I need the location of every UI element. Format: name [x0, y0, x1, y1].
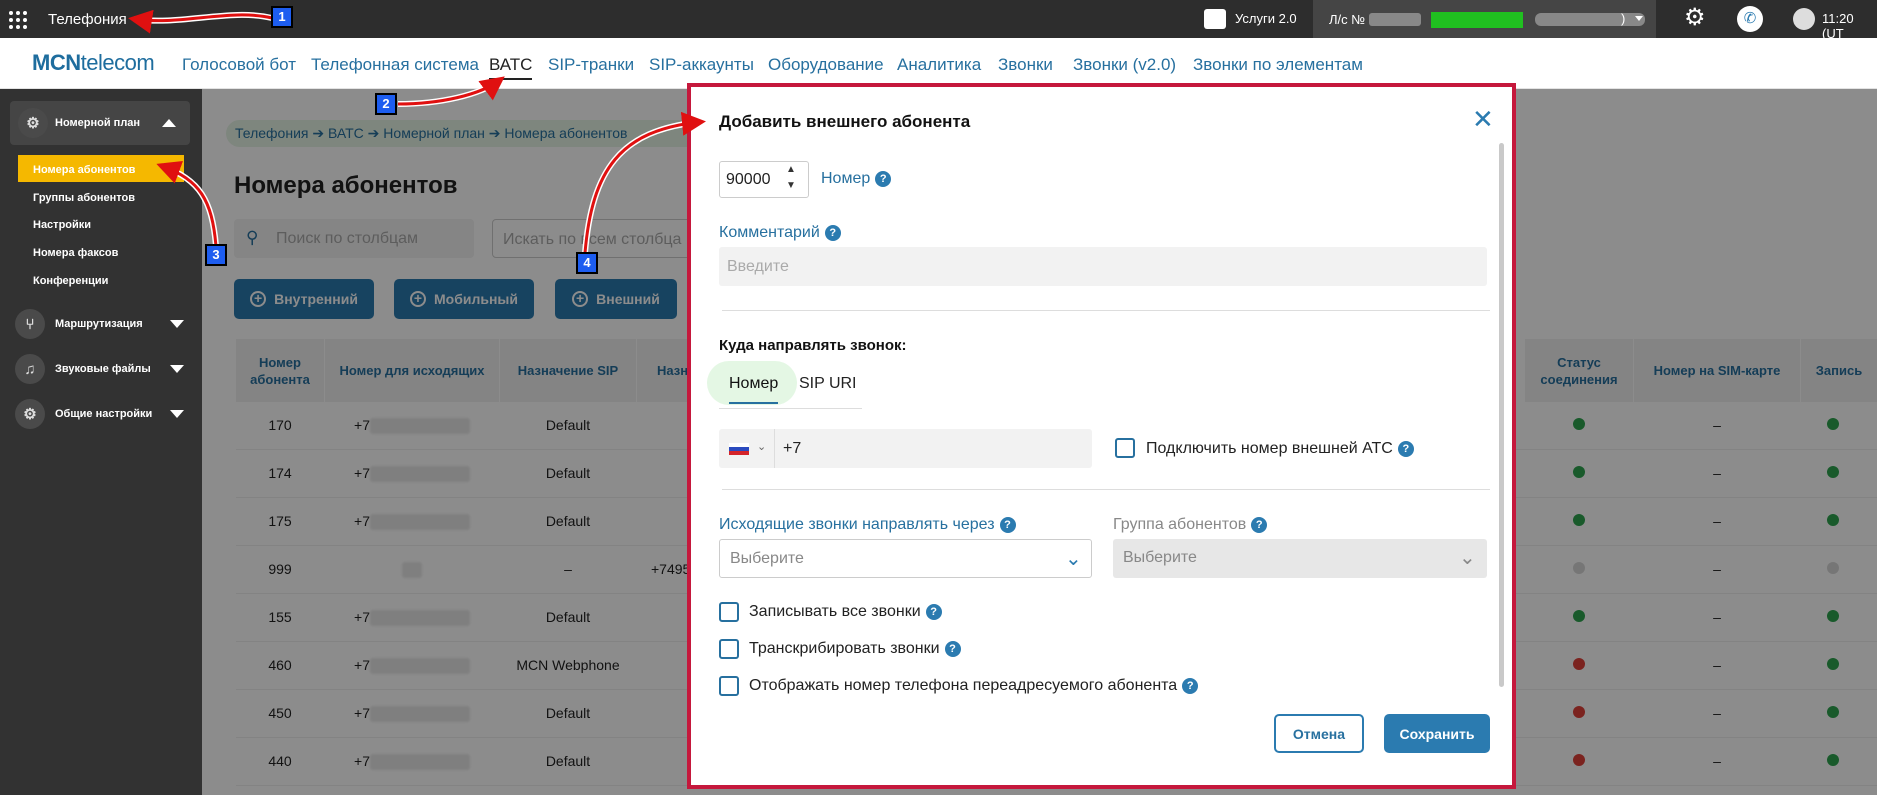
annotation-badge: 2	[375, 93, 397, 115]
annotation-badge: 1	[271, 6, 293, 28]
annotation-badge: 4	[576, 252, 598, 274]
annotation-arrows	[128, 9, 706, 254]
annotation-badge: 3	[205, 244, 227, 266]
annotation-arrow-4	[583, 111, 706, 254]
